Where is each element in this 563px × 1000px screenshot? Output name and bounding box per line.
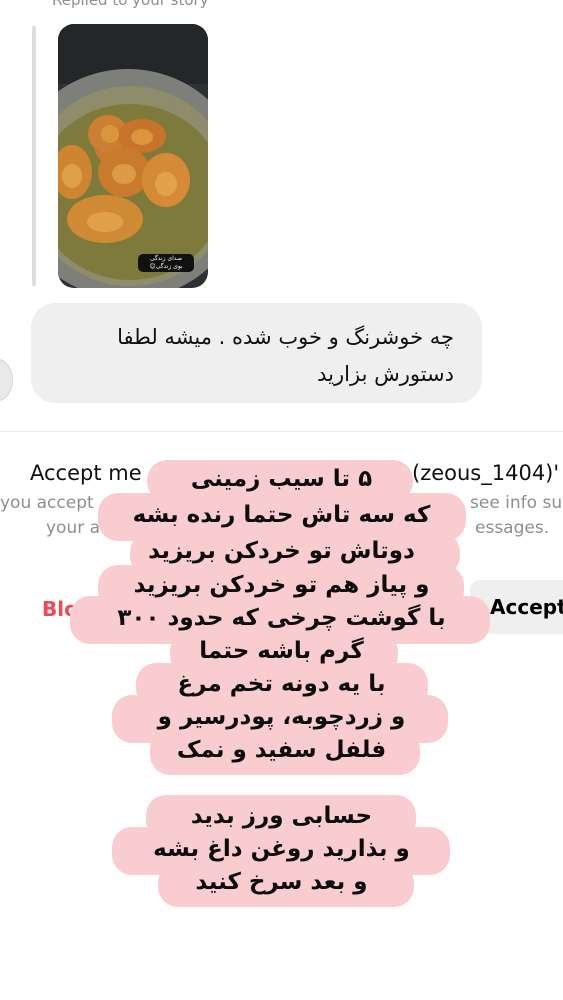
recipe-line: و بذارید روغن داغ بشه — [153, 836, 410, 862]
recipe-line: با یه دونه تخم مرغ — [177, 671, 386, 697]
recipe-line: و زردچوبه، پودرسیر و — [157, 704, 406, 730]
recipe-line: ۵ تا سیب زمینی — [190, 466, 373, 492]
recipe-line: دوتاش تو خردکن بریزید — [148, 538, 415, 564]
recipe-line: حسابی ورز بدید — [190, 803, 373, 829]
recipe-line: که سه تاش حتما رنده بشه — [132, 502, 431, 528]
recipe-line: گرم باشه حتما — [199, 638, 364, 664]
recipe-text-overlay: ۵ تا سیب زمینی که سه تاش حتما رنده بشه د… — [0, 0, 563, 1000]
recipe-line: فلفل سفید و نمک — [176, 737, 387, 763]
recipe-line: و بعد سرخ کنید — [195, 869, 368, 895]
recipe-line: با گوشت چرخی که حدود ۳۰۰ — [117, 605, 446, 631]
recipe-line: و پیاز هم تو خردکن بریزید — [133, 572, 430, 598]
